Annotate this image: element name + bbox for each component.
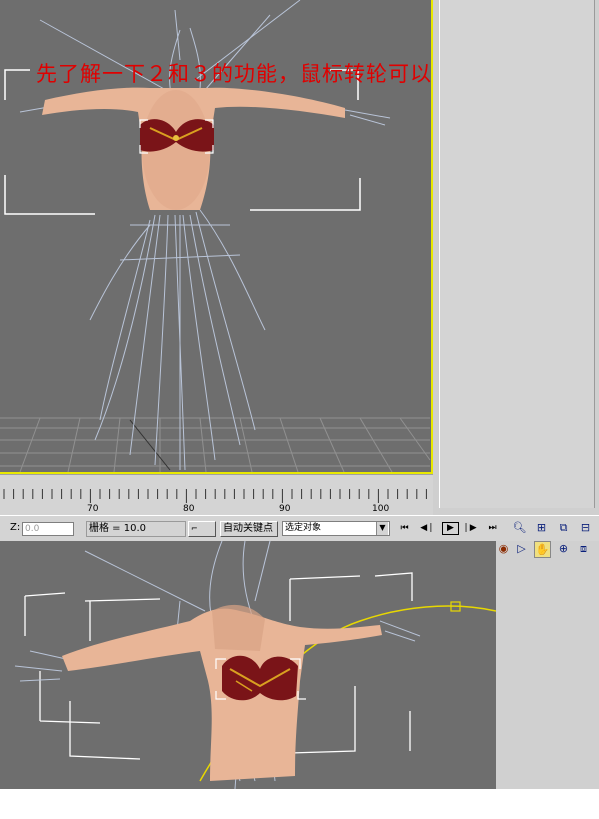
goto-end-icon[interactable]: ⏭: [485, 522, 500, 535]
zoom-extents-all-icon[interactable]: ⊟: [578, 520, 593, 535]
z-coordinate-field[interactable]: 0.0: [22, 522, 74, 536]
next-frame-icon[interactable]: ❘▶: [462, 522, 477, 535]
prev-frame-icon[interactable]: ◀❘: [420, 522, 435, 535]
auto-key-button[interactable]: 自动关键点: [220, 521, 278, 537]
play-icon[interactable]: ▶: [442, 522, 459, 535]
zoom-all-icon[interactable]: ⊞: [534, 520, 549, 535]
ruler-tick-80: 80: [183, 504, 195, 514]
selection-set-value: 选定对象: [285, 523, 322, 533]
character-body: [62, 604, 382, 781]
maximize-viewport-icon[interactable]: ⧈: [576, 541, 591, 556]
character-body: [42, 87, 345, 210]
command-panel-inner: [439, 0, 595, 508]
selection-set-dropdown[interactable]: 选定对象 ▼: [282, 521, 390, 536]
ruler-tick-100: 100: [372, 504, 389, 514]
orbit-icon[interactable]: ⊕: [556, 541, 571, 556]
field-of-view-icon[interactable]: ◉: [496, 541, 511, 556]
perspective-icon[interactable]: ▷: [514, 541, 529, 556]
zoom-icon[interactable]: 🔍︎: [512, 520, 527, 535]
pan-hand-icon[interactable]: ✋: [534, 541, 551, 558]
goto-start-icon[interactable]: ⏮: [397, 522, 412, 535]
perspective-viewport[interactable]: [0, 541, 496, 789]
ground-grid: [0, 417, 431, 472]
tutorial-caption: 先了解一下２和３的功能，鼠标转轮可以缩放: [36, 62, 433, 86]
front-viewport[interactable]: 先了解一下２和３的功能，鼠标转轮可以缩放: [0, 0, 433, 474]
key-mode-button[interactable]: ⌐: [188, 521, 216, 537]
zoom-extents-icon[interactable]: ⧉: [556, 520, 571, 535]
command-panel[interactable]: [433, 0, 599, 515]
perspective-viewport-scene: [14, 541, 496, 789]
grid-size-display: 栅格 = 10.0: [86, 521, 186, 537]
time-ruler-ticks: 70 80 90 100: [3, 489, 427, 514]
status-toolbar: Z: 0.0 栅格 = 10.0 ⌐ 自动关键点 选定对象 ▼ ⏮ ◀❘ ▶ ❘…: [0, 515, 599, 543]
ruler-tick-90: 90: [279, 504, 291, 514]
viewport-nav-panel: ◉ ▷ ✋ ⊕ ⧈: [496, 541, 599, 789]
chevron-down-icon: ▼: [376, 522, 388, 535]
key-icon: ⌐: [191, 524, 198, 533]
time-ruler[interactable]: 70 80 90 100: [0, 474, 433, 516]
ruler-tick-70: 70: [87, 504, 99, 514]
z-coordinate-label: Z:: [10, 522, 21, 533]
